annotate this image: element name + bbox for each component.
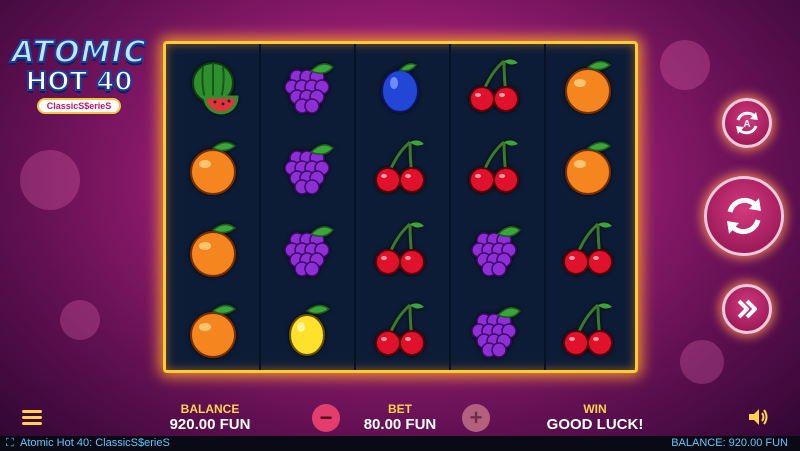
reel-cell <box>166 44 260 126</box>
cherries-icon <box>375 222 426 275</box>
turbo-button[interactable] <box>722 284 772 334</box>
balance-label: BALANCE <box>180 402 240 416</box>
reel-cell <box>541 207 635 289</box>
cherries-icon <box>469 59 520 112</box>
reel-cell <box>541 289 635 371</box>
reel-cell <box>447 207 541 289</box>
grapes-icon <box>283 225 334 277</box>
background-orb <box>660 40 710 90</box>
win-label: WIN <box>583 402 607 416</box>
plum-icon <box>381 62 420 113</box>
grapes-icon <box>471 225 522 277</box>
cherries-icon <box>469 140 520 194</box>
game-title: Atomic Hot 40: ClassicS$erieS <box>20 437 170 449</box>
reel-cell <box>354 44 448 126</box>
background-orb <box>20 150 80 210</box>
svg-text:A: A <box>743 119 750 130</box>
orange-icon <box>565 60 612 114</box>
reel-grid <box>163 41 638 373</box>
bottom-bar: BALANCE 920.00 FUN − BET 80.00 FUN + WIN… <box>0 392 800 436</box>
bet-increase-button[interactable]: + <box>462 404 490 432</box>
reel-cell <box>260 126 354 208</box>
logo-line-1: ATOMIC <box>10 35 147 70</box>
lemon-icon <box>288 305 330 357</box>
background-orb <box>60 300 100 340</box>
autoplay-icon: A <box>736 111 758 135</box>
bet-label: BET <box>388 402 412 416</box>
balance-display: BALANCE 920.00 FUN <box>160 402 260 434</box>
orange-icon <box>189 223 237 277</box>
game-logo: ATOMIC HOT 40 ClassicS$erieS <box>4 35 154 122</box>
reel-cell <box>260 44 354 126</box>
reel-cell <box>354 289 448 371</box>
sound-button[interactable] <box>748 408 768 426</box>
background-orb <box>680 340 724 384</box>
cherries-icon <box>563 303 614 357</box>
grapes-icon <box>283 144 334 195</box>
status-balance: BALANCE: 920.00 FUN <box>671 437 788 449</box>
reel-cell <box>260 289 354 371</box>
reel-cell <box>541 44 635 126</box>
bet-decrease-button[interactable]: − <box>312 404 340 432</box>
turbo-icon <box>737 299 757 319</box>
orange-icon <box>189 305 237 359</box>
autoplay-button[interactable]: A <box>722 98 772 148</box>
bet-value: 80.00 FUN <box>363 416 437 433</box>
spin-icon <box>727 197 761 235</box>
reel-cell <box>354 207 448 289</box>
logo-line-3: ClassicS$erieS <box>36 98 122 114</box>
grapes-icon <box>471 307 522 358</box>
balance-value: 920.00 FUN <box>169 416 251 433</box>
reel-cell <box>447 126 541 208</box>
menu-icon <box>22 410 42 413</box>
menu-button[interactable] <box>22 410 42 426</box>
orange-icon <box>189 142 237 196</box>
logo-line-2: HOT 40 <box>25 67 134 97</box>
reel-cell <box>166 289 260 371</box>
grapes-icon <box>283 62 334 114</box>
reel-cell <box>447 289 541 371</box>
reel-cell <box>166 207 260 289</box>
spin-button[interactable] <box>704 176 784 256</box>
bet-display: BET 80.00 FUN <box>350 402 450 434</box>
cherries-icon <box>563 222 614 275</box>
win-display: WIN GOOD LUCK! <box>540 402 650 434</box>
fullscreen-icon[interactable]: ⛶ <box>6 436 14 451</box>
reel-cell <box>541 126 635 208</box>
win-value: GOOD LUCK! <box>546 416 644 433</box>
reel-cell <box>354 126 448 208</box>
reel-cell <box>260 207 354 289</box>
reel-cell <box>166 126 260 208</box>
sound-icon <box>749 409 759 425</box>
status-bar: ⛶ Atomic Hot 40: ClassicS$erieS BALANCE:… <box>0 436 800 451</box>
orange-icon <box>565 142 612 196</box>
cherries-icon <box>375 140 426 194</box>
watermelon-icon <box>191 61 239 115</box>
reel-cell <box>447 44 541 126</box>
cherries-icon <box>375 303 426 357</box>
